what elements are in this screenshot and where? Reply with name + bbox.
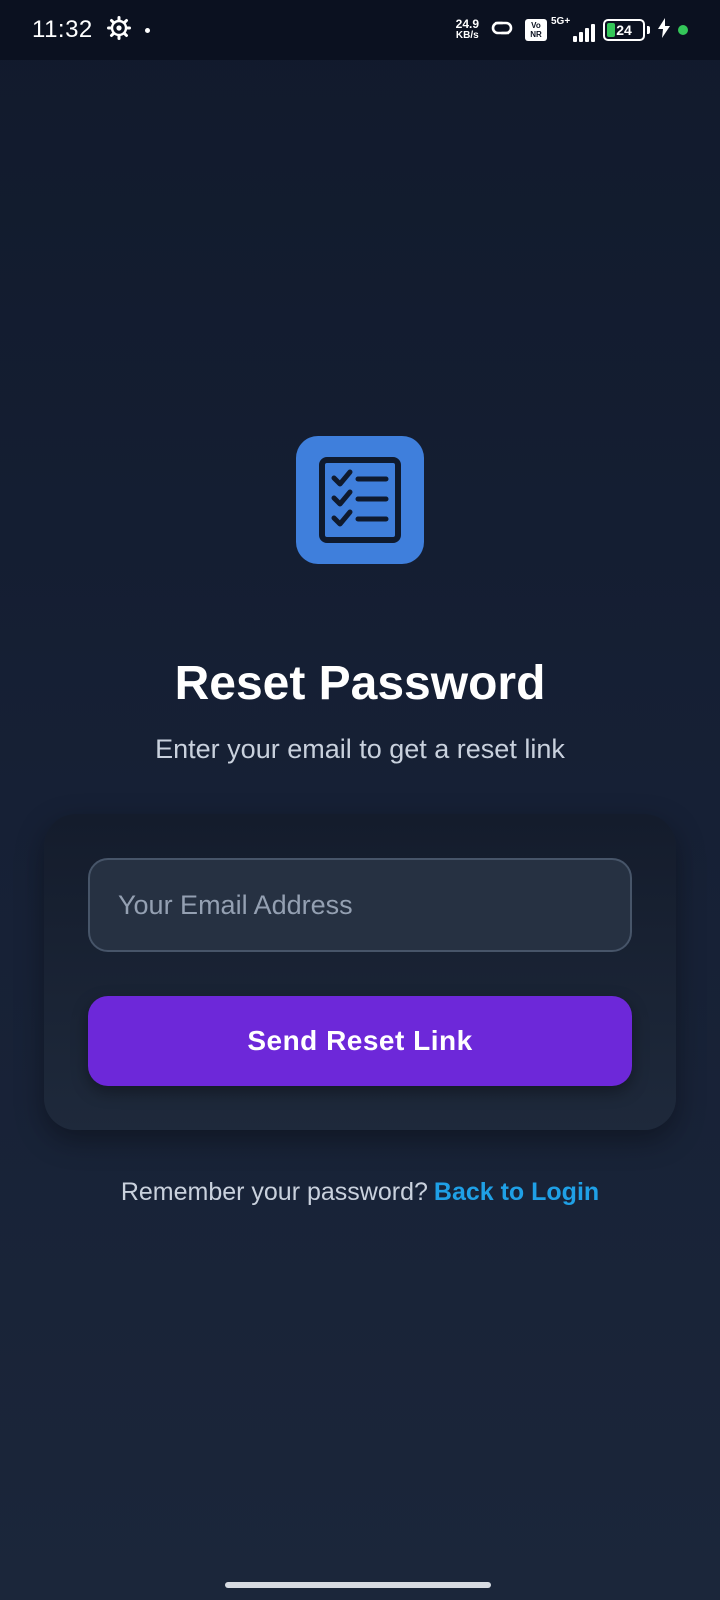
hotspot-icon [487, 17, 517, 44]
net-speed-value: 24.9 [455, 17, 479, 31]
app-logo [296, 436, 424, 564]
network-type: 5G+ [551, 16, 571, 27]
page-subtitle: Enter your email to get a reset link [155, 734, 565, 764]
footer: Remember your password? Back to Login [0, 1178, 720, 1207]
charging-icon [658, 17, 670, 43]
battery-level: 24 [616, 22, 632, 38]
back-to-login-link[interactable]: Back to Login [434, 1178, 599, 1206]
net-speed: 24.9 KB/s [455, 17, 479, 41]
reset-form-card: Send Reset Link [44, 814, 676, 1130]
signal-icon: 5G+ [551, 16, 595, 42]
volte-top: Vo [531, 21, 541, 30]
volte-icon: Vo NR [525, 19, 547, 41]
home-indicator[interactable] [225, 1582, 491, 1588]
battery-icon: 24 [603, 19, 645, 41]
status-bar: 11:32 24.9 KB/s Vo NR 5G+ 24 [0, 0, 720, 60]
privacy-indicator [678, 25, 688, 35]
status-right: 24.9 KB/s Vo NR 5G+ 24 [455, 16, 688, 44]
footer-text: Remember your password? [120, 1178, 428, 1206]
status-left: 11:32 [32, 15, 150, 45]
gear-icon [106, 15, 131, 45]
send-reset-link-button[interactable]: Send Reset Link [88, 996, 632, 1086]
status-time: 11:32 [32, 16, 93, 43]
notification-dot [144, 27, 150, 33]
checklist-icon [319, 457, 401, 543]
page-title: Reset Password [174, 657, 546, 710]
volte-bottom: NR [530, 30, 542, 39]
email-input[interactable] [88, 858, 632, 952]
net-speed-unit: KB/s [455, 30, 479, 41]
